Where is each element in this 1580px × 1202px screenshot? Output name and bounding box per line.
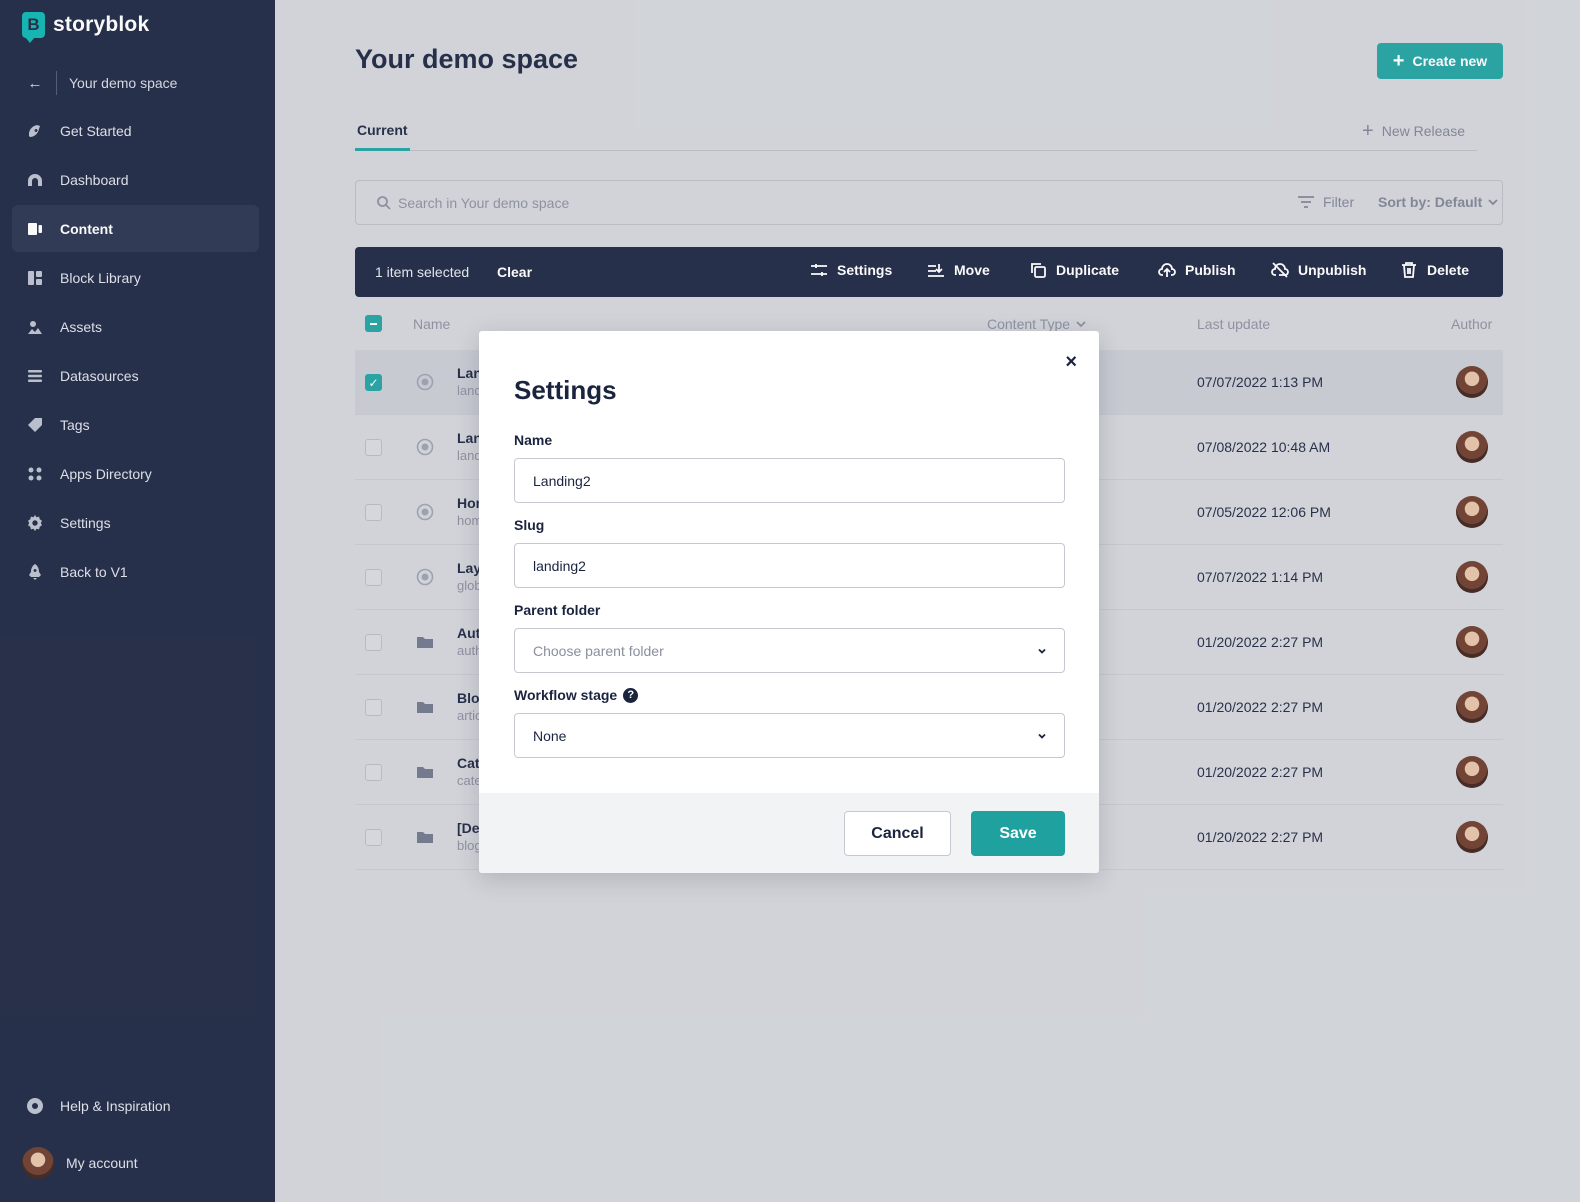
modal-footer: Cancel Save: [479, 793, 1099, 873]
workflow-stage-select[interactable]: None: [514, 713, 1065, 758]
name-field[interactable]: [514, 458, 1065, 503]
slug-label-text: Slug: [514, 517, 545, 533]
modal-title: Settings: [514, 375, 617, 405]
slug-label: Slug: [514, 517, 544, 533]
parent-folder-label: Parent folder: [514, 602, 600, 618]
save-button[interactable]: Save: [971, 811, 1065, 856]
chevron-down-icon: [1038, 733, 1046, 739]
parent-folder-label-text: Parent folder: [514, 602, 601, 618]
close-icon[interactable]: ×: [1065, 351, 1077, 374]
cancel-button[interactable]: Cancel: [844, 811, 951, 856]
help-icon[interactable]: ?: [623, 687, 639, 703]
parent-folder-select[interactable]: Choose parent folder: [514, 628, 1065, 673]
parent-folder-placeholder: Choose parent folder: [533, 642, 664, 659]
name-label-text: Name: [514, 432, 553, 448]
slug-field[interactable]: [514, 543, 1065, 588]
workflow-stage-label: Workflow stage ?: [514, 687, 639, 703]
name-label: Name: [514, 432, 552, 448]
workflow-stage-value: None: [533, 727, 567, 744]
settings-modal: × Settings Name Slug Parent folder Choos…: [479, 331, 1099, 873]
chevron-down-icon: [1038, 648, 1046, 654]
workflow-stage-label-text: Workflow stage: [514, 687, 618, 703]
